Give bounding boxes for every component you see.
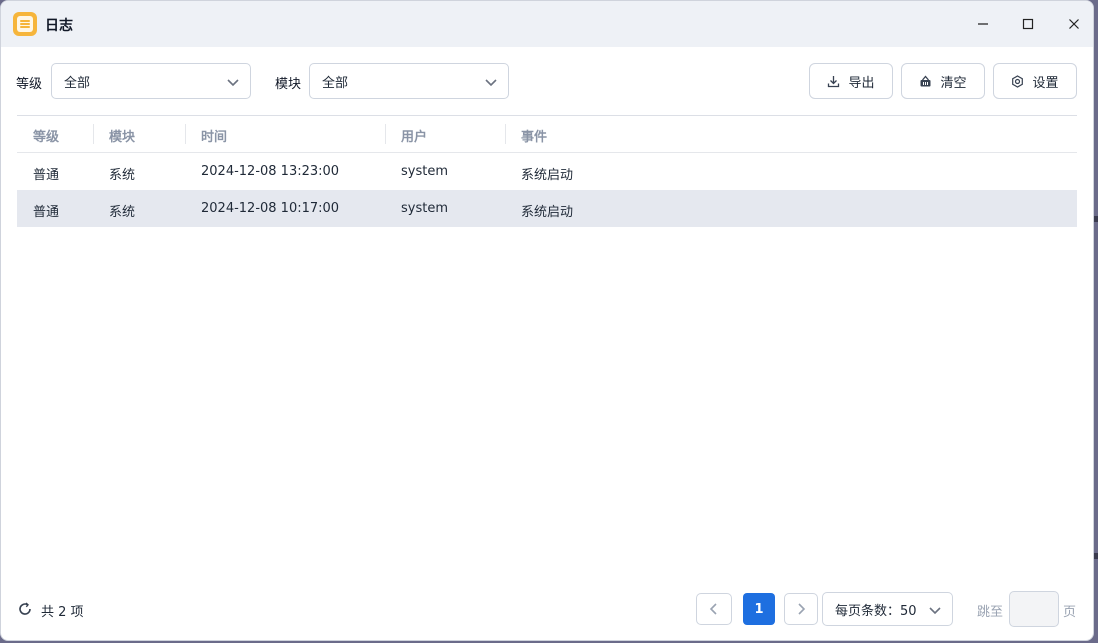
log-app-icon xyxy=(13,12,37,36)
level-select-value: 全部 xyxy=(64,75,91,91)
page-size-value: 每页条数：50 xyxy=(835,603,917,619)
column-header-level[interactable]: 等级 xyxy=(33,126,59,145)
column-header-time[interactable]: 时间 xyxy=(201,126,227,145)
settings-button[interactable]: 设置 xyxy=(993,63,1077,99)
pagination-bar: 共 2 项 1 每页条数：50 跳至 页 xyxy=(1,591,1093,627)
chevron-left-icon xyxy=(709,603,717,615)
cell-event: 系统启动 xyxy=(521,168,574,183)
prev-page-button[interactable] xyxy=(696,593,732,625)
download-icon xyxy=(828,75,840,87)
cell-level: 普通 xyxy=(33,205,60,220)
chevron-down-icon xyxy=(485,79,497,87)
desktop-edge xyxy=(1094,216,1098,222)
close-icon xyxy=(1069,19,1079,29)
table-header: 等级 模块 时间 用户 事件 xyxy=(17,115,1077,153)
cell-time: 2024-12-08 10:17:00 xyxy=(201,201,340,216)
minimize-button[interactable] xyxy=(967,9,999,39)
cell-module: 系统 xyxy=(109,168,136,183)
basket-icon xyxy=(920,75,931,86)
total-count: 共 2 项 xyxy=(41,605,84,620)
gear-icon xyxy=(1012,74,1024,88)
settings-label: 设置 xyxy=(1032,75,1059,91)
cell-event: 系统启动 xyxy=(521,205,574,220)
module-select[interactable]: 全部 xyxy=(309,63,509,99)
title-bar: 日志 xyxy=(1,1,1093,47)
column-header-user[interactable]: 用户 xyxy=(401,126,427,145)
refresh-icon[interactable] xyxy=(17,601,33,617)
minimize-icon xyxy=(978,23,988,25)
maximize-button[interactable] xyxy=(1012,9,1044,39)
filter-bar: 等级 全部 模块 全部 导出 清空 设置 xyxy=(1,63,1093,99)
log-table: 等级 模块 时间 用户 事件 普通 系统 2024-12-08 13:23:00… xyxy=(17,115,1077,227)
jump-suffix: 页 xyxy=(1063,605,1077,620)
cell-level: 普通 xyxy=(33,168,60,183)
cell-time: 2024-12-08 13:23:00 xyxy=(201,164,340,179)
table-row[interactable]: 普通 系统 2024-12-08 13:23:00 system 系统启动 xyxy=(17,153,1077,190)
jump-label: 跳至 xyxy=(977,605,1004,620)
column-header-module[interactable]: 模块 xyxy=(109,126,135,145)
module-select-value: 全部 xyxy=(322,75,349,91)
chevron-down-icon xyxy=(227,79,239,87)
module-filter-label: 模块 xyxy=(275,77,302,92)
export-button[interactable]: 导出 xyxy=(809,63,893,99)
export-label: 导出 xyxy=(848,75,875,91)
chevron-down-icon xyxy=(929,607,941,615)
clear-label: 清空 xyxy=(940,75,967,91)
jump-page-input[interactable] xyxy=(1009,591,1059,627)
clear-button[interactable]: 清空 xyxy=(901,63,985,99)
window-title: 日志 xyxy=(45,18,73,34)
next-page-button[interactable] xyxy=(784,593,818,625)
desktop-edge xyxy=(1094,553,1098,559)
level-filter-label: 等级 xyxy=(16,77,43,92)
log-window: 日志 等级 全部 模块 全部 导出 清空 设置 等级 模块 时间 用户 事件 普… xyxy=(0,0,1094,641)
level-select[interactable]: 全部 xyxy=(51,63,251,99)
page-size-select[interactable]: 每页条数：50 xyxy=(822,592,953,626)
cell-module: 系统 xyxy=(109,205,136,220)
chevron-right-icon xyxy=(798,603,806,615)
close-button[interactable] xyxy=(1058,9,1090,39)
table-row[interactable]: 普通 系统 2024-12-08 10:17:00 system 系统启动 xyxy=(17,190,1077,227)
cell-user: system xyxy=(401,164,448,179)
column-header-event[interactable]: 事件 xyxy=(521,126,547,145)
cell-user: system xyxy=(401,201,448,216)
maximize-icon xyxy=(1022,18,1034,30)
page-number-current[interactable]: 1 xyxy=(743,593,775,625)
